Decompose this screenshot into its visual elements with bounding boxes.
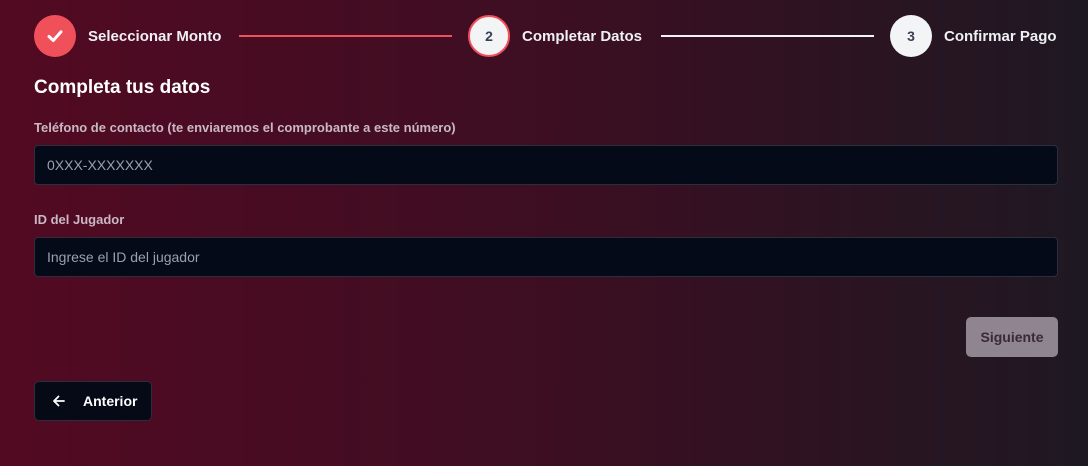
step-3-circle: 3 [890,15,932,57]
phone-input[interactable] [34,145,1058,185]
phone-label: Teléfono de contacto (te enviaremos el c… [34,120,456,135]
step-3-label: Confirmar Pago [944,27,1057,45]
step-2-circle: 2 [468,15,510,57]
step-2-label: Completar Datos [522,27,643,45]
step-seleccionar-monto: Seleccionar Monto [34,15,221,57]
check-icon [47,30,63,42]
step-connector-2 [661,35,874,37]
progress-stepper: Seleccionar Monto 2 Completar Datos 3 Co… [34,15,1058,57]
step-confirmar-pago: 3 Confirmar Pago [890,15,1057,57]
step-connector-1 [239,35,452,37]
previous-button-label: Anterior [83,393,138,409]
form-title: Completa tus datos [34,77,211,98]
player-id-input[interactable] [34,237,1058,277]
step-1-label: Seleccionar Monto [88,27,222,45]
step-1-circle [34,15,76,57]
step-completar-datos: 2 Completar Datos [468,15,642,57]
arrow-left-icon [52,394,66,408]
previous-button[interactable]: Anterior [34,381,152,421]
player-id-label: ID del Jugador [34,212,125,227]
next-button[interactable]: Siguiente [966,317,1058,357]
